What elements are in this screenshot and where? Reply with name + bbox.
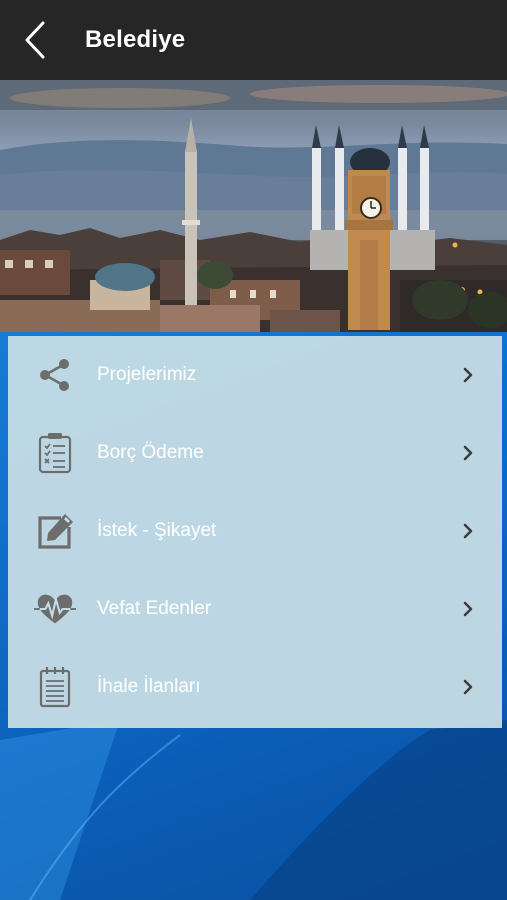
share-icon xyxy=(34,354,76,396)
menu-item-ihale-ilanlari[interactable]: İhale İlanları xyxy=(8,648,502,726)
menu-item-istek-sikayet[interactable]: İstek - Şikayet xyxy=(8,492,502,570)
app-header: Belediye xyxy=(0,0,507,80)
chevron-right-icon xyxy=(460,445,476,461)
chevron-right-icon xyxy=(460,523,476,539)
menu-item-label: İhale İlanları xyxy=(97,676,201,697)
back-button[interactable] xyxy=(0,0,70,80)
chevron-right-icon xyxy=(460,367,476,383)
menu-panel: Projelerimiz Borç Ödeme İstek - Şikayet … xyxy=(8,336,502,728)
clipboard-checklist-icon xyxy=(34,432,76,474)
chevron-right-icon xyxy=(460,601,476,617)
heartbeat-icon xyxy=(34,588,76,630)
menu-item-label: İstek - Şikayet xyxy=(97,520,217,541)
notepad-icon xyxy=(34,666,76,708)
menu-item-projelerimiz[interactable]: Projelerimiz xyxy=(8,336,502,414)
chevron-left-icon xyxy=(25,21,45,59)
menu-item-label: Projelerimiz xyxy=(97,364,197,385)
menu-item-vefat-edenler[interactable]: Vefat Edenler xyxy=(8,570,502,648)
chevron-right-icon xyxy=(460,679,476,695)
edit-icon xyxy=(34,510,76,552)
city-skyline-photo xyxy=(0,80,507,332)
page-title: Belediye xyxy=(85,26,186,53)
menu-item-label: Vefat Edenler xyxy=(97,598,212,619)
menu-item-borc-odeme[interactable]: Borç Ödeme xyxy=(8,414,502,492)
menu-item-label: Borç Ödeme xyxy=(97,442,204,463)
